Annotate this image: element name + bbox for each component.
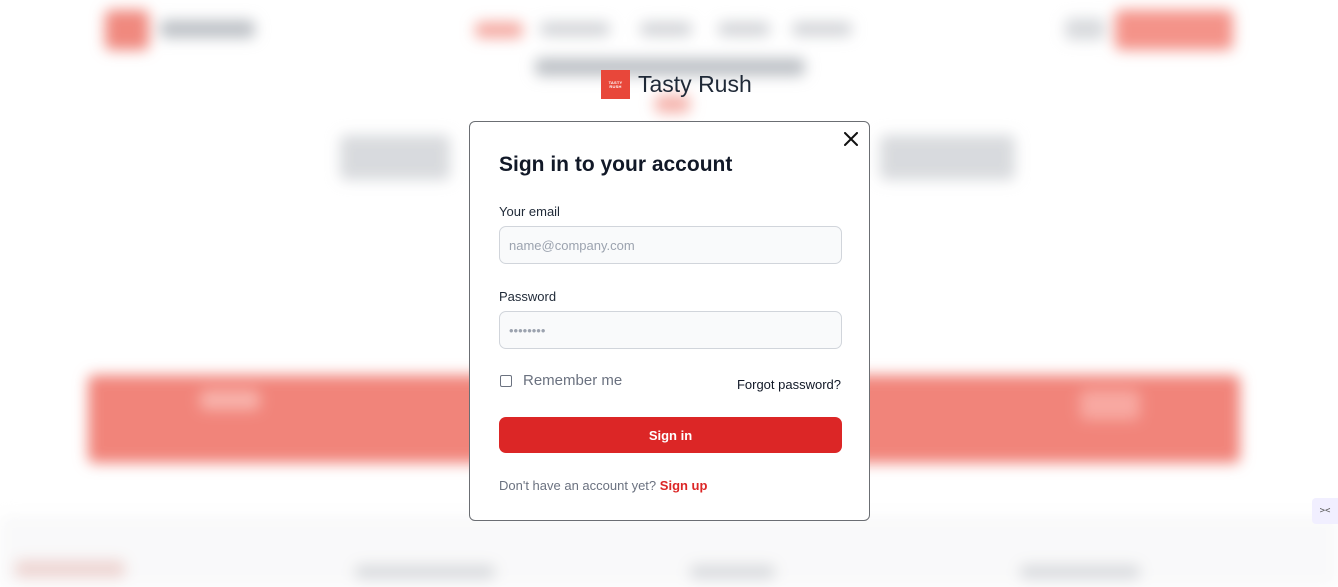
forgot-password-link[interactable]: Forgot password? <box>737 377 841 392</box>
signup-row: Don't have an account yet? Sign up <box>499 478 707 493</box>
remember-label: Remember me <box>523 372 623 389</box>
sign-up-link[interactable]: Sign up <box>660 478 708 493</box>
modal-title: Sign in to your account <box>499 153 733 176</box>
email-field[interactable] <box>499 226 842 264</box>
sign-in-modal: Sign in to your account Your email Passw… <box>469 121 870 521</box>
side-widget-button[interactable]: >< <box>1312 498 1338 524</box>
password-label: Password <box>499 289 557 304</box>
brand: TASTY RUSH Tasty Rush <box>601 70 752 99</box>
close-icon <box>844 132 858 146</box>
brand-logo-line2: RUSH <box>609 83 622 89</box>
remember-me[interactable]: Remember me <box>500 372 622 389</box>
sign-in-button[interactable]: Sign in <box>499 417 842 453</box>
email-label: Your email <box>499 204 560 219</box>
brand-name: Tasty Rush <box>638 71 752 97</box>
remember-checkbox[interactable] <box>500 374 512 387</box>
code-icon: >< <box>1319 506 1331 516</box>
password-field[interactable] <box>499 311 842 349</box>
signup-prompt: Don't have an account yet? <box>499 478 657 493</box>
brand-logo: TASTY RUSH <box>601 70 630 99</box>
close-button[interactable] <box>841 129 861 149</box>
